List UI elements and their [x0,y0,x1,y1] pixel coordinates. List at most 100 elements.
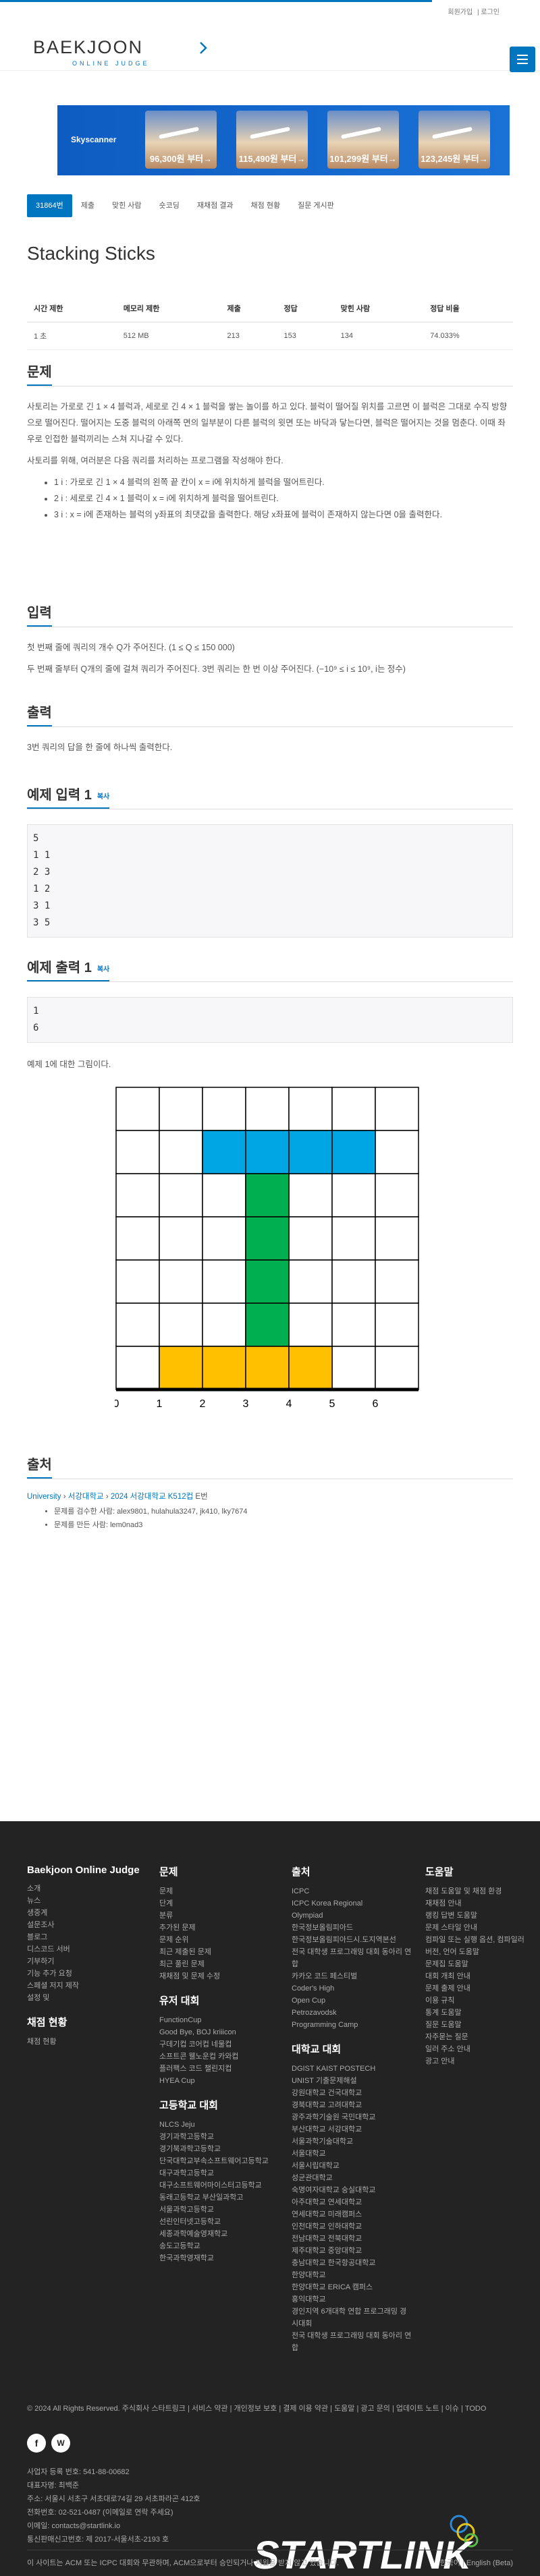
footer-link[interactable]: 구데기컵 코어컵 네물컵 [159,2038,274,2051]
footer-link[interactable]: 숙명여자대학교 숭실대학교 [292,2184,413,2196]
signup-link[interactable]: 회원가입 [448,9,473,16]
tab-solved[interactable]: 맞힌 사람 [103,194,151,217]
footer-link[interactable]: Petrozavodsk [292,2007,413,2019]
footer-link[interactable]: 일러 주소 안내 [425,2043,533,2055]
footer-link[interactable]: 서울과학고등학교 [159,2204,274,2216]
footer-link[interactable]: Coder's High [292,1982,413,1995]
footer-link[interactable]: 이용 규칙 [425,1995,533,2007]
footer-link[interactable]: 소프트콘 웰노운컵 카와컵 [159,2051,274,2063]
footer-link[interactable]: Good Bye, BOJ kriiicon [159,2026,274,2038]
footer-link[interactable]: 광주과학기술원 국민대학교 [292,2111,413,2123]
footer-link[interactable]: 한양대학교 [292,2269,413,2281]
footer-link[interactable]: 재채점 및 문제 수정 [159,1970,274,1982]
footer-link[interactable]: 경인지역 6개대학 연합 프로그래밍 경시대회 [292,2306,413,2330]
footer-link[interactable]: 설문조사 [27,1919,142,1931]
copy-button[interactable]: 복사 [97,793,109,801]
footer-link[interactable]: 세종과학예술영재학교 [159,2228,274,2240]
footer-link[interactable]: 송도고등학교 [159,2240,274,2252]
tab-submit[interactable]: 제출 [72,194,103,217]
menu-toggle-button[interactable] [510,47,535,72]
footer-link[interactable]: 연세대학교 미래캠퍼스 [292,2208,413,2221]
source-link[interactable]: University [27,1493,61,1501]
footer-link[interactable]: 랭킹 답변 도움말 [425,1910,533,1922]
footer-link[interactable]: Open Cup [292,1995,413,2007]
footer-link[interactable]: 채점 도움말 및 채점 환경 [425,1885,533,1897]
language-selector[interactable]: 한국어 | English (Beta) [440,2557,513,2568]
wordpress-icon[interactable]: W [51,2434,70,2453]
footer-link[interactable]: 소개 [27,1883,142,1895]
footer-link[interactable]: 문제 스타일 안내 [425,1922,533,1934]
footer-link[interactable]: 카카오 코드 페스티벌 [292,1970,413,1982]
footer-link[interactable]: 한국과학영재학교 [159,2252,274,2264]
footer-link[interactable]: 단국대학교부속소프트웨어고등학교 [159,2155,274,2167]
footer-link[interactable]: Olympiad [292,1910,413,1922]
footer-link[interactable]: 한양대학교 ERICA 캠퍼스 [292,2281,413,2293]
footer-link[interactable]: 기능 추가 요청 [27,1968,142,1980]
footer-link[interactable]: DGIST KAIST POSTECH [292,2063,413,2075]
footer-link[interactable]: 채점 현황 [27,2036,142,2048]
footer-link[interactable]: 전국 대학생 프로그래밍 대회 동아리 연합 [292,1946,413,1970]
ad-banner[interactable]: Skyscanner 96,300원 부터→ 115,490원 부터→ 101,… [57,105,510,175]
footer-link[interactable]: 서울과학기술대학교 [292,2136,413,2148]
footer-link[interactable]: 전국 대학생 프로그래밍 대회 동아리 연합 [292,2330,413,2354]
copy-button[interactable]: 복사 [97,966,109,973]
footer-link[interactable]: 재채점 안내 [425,1897,533,1910]
footer-link[interactable]: 서울대학교 [292,2148,413,2160]
footer-link[interactable]: 동래고등학교 부산일과학고 [159,2192,274,2204]
login-link[interactable]: 로그인 [481,9,500,16]
tab-status[interactable]: 채점 현황 [242,194,290,217]
footer-link[interactable]: 제주대학교 중앙대학교 [292,2245,413,2257]
footer-link[interactable]: 경기북과학고등학교 [159,2143,274,2155]
footer-link[interactable]: ICPC [292,1885,413,1897]
footer-link[interactable]: 강원대학교 건국대학교 [292,2087,413,2099]
footer-link[interactable]: 분류 [159,1910,274,1922]
footer-link[interactable]: 문제 출제 안내 [425,1982,533,1995]
site-logo[interactable]: BAEKJOON ONLINE JUDGE [32,36,207,69]
footer-link[interactable]: 컴파일 또는 실행 옵션, 컴파일러 버전, 언어 도움말 [425,1934,533,1958]
footer-link[interactable]: 단계 [159,1897,274,1910]
ad-card[interactable]: 123,245원 부터→ [418,111,490,169]
footer-link[interactable]: 경기과학고등학교 [159,2131,274,2143]
footer-link[interactable]: 선린인터넷고등학교 [159,2216,274,2228]
footer-link[interactable]: 충남대학교 한국항공대학교 [292,2257,413,2269]
footer-link[interactable]: 통계 도움말 [425,2007,533,2019]
footer-link[interactable]: 대구소프트웨어마이스터고등학교 [159,2179,274,2192]
footer-link[interactable]: 최근 제출된 문제 [159,1946,274,1958]
footer-link[interactable]: 스페셜 저지 제작 [27,1980,142,1992]
footer-link[interactable]: 아주대학교 연세대학교 [292,2196,413,2208]
footer-link[interactable]: 부산대학교 서강대학교 [292,2123,413,2136]
footer-link[interactable]: 광고 안내 [425,2055,533,2067]
footer-link[interactable]: 블로그 [27,1931,142,1943]
footer-link[interactable]: 홍익대학교 [292,2293,413,2306]
footer-link[interactable]: 생중계 [27,1907,142,1919]
ad-card[interactable]: 115,490원 부터→ [236,111,308,169]
footer-link[interactable]: 문제 [159,1885,274,1897]
footer-link[interactable]: 서울시립대학교 [292,2160,413,2172]
footer-link[interactable]: 디스코드 서버 [27,1943,142,1955]
tab-rejudge[interactable]: 재채점 결과 [188,194,242,217]
footer-link[interactable]: Programming Camp [292,2019,413,2031]
footer-link[interactable]: ICPC Korea Regional [292,1897,413,1910]
footer-link[interactable]: 자주묻는 질문 [425,2031,533,2043]
tab-problem[interactable]: 31864번 [27,194,72,217]
footer-link[interactable]: 대구과학고등학교 [159,2167,274,2179]
tab-short-coding[interactable]: 숏코딩 [151,194,188,217]
footer-link[interactable]: 추가된 문제 [159,1922,274,1934]
footer-link[interactable]: 뉴스 [27,1895,142,1907]
footer-link[interactable]: 플러팩스 코드 챌린지컵 [159,2063,274,2075]
footer-link[interactable]: 기부하기 [27,1955,142,1968]
footer-link[interactable]: 질문 도움말 [425,2019,533,2031]
footer-link[interactable]: 전남대학교 전북대학교 [292,2233,413,2245]
footer-link[interactable]: FunctionCup [159,2014,274,2026]
footer-link[interactable]: 문제집 도움말 [425,1958,533,1970]
footer-link[interactable]: NLCS Jeju [159,2119,274,2131]
footer-link[interactable]: 대회 개최 안내 [425,1970,533,1982]
footer-link[interactable]: 한국정보올림피아드 [292,1922,413,1934]
footer-link[interactable]: 문제 순위 [159,1934,274,1946]
footer-link[interactable]: 최근 풀린 문제 [159,1958,274,1970]
tab-board[interactable]: 질문 게시판 [289,194,343,217]
footer-link[interactable]: 설정 및 [27,1992,142,2004]
footer-link[interactable]: 한국정보올림피아드시.도지역본선 [292,1934,413,1946]
source-link[interactable]: 서강대학교 [68,1493,104,1501]
footer-link[interactable]: 성균관대학교 [292,2172,413,2184]
